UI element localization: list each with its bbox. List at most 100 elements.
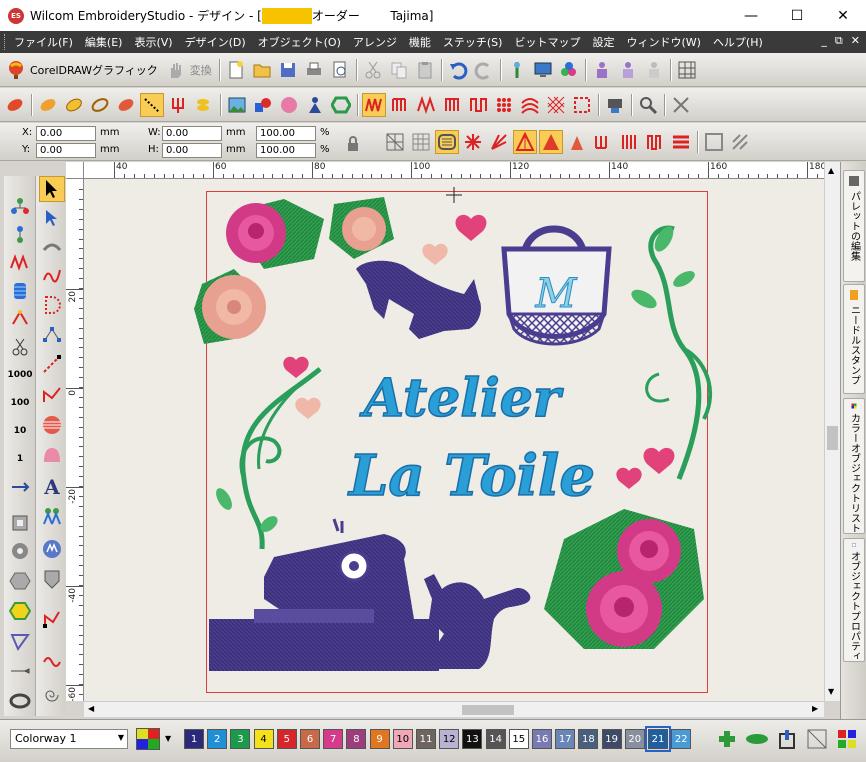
palette-edit-tab[interactable]: パレットの編集 — [843, 170, 865, 282]
thread-swatch-1[interactable]: 1 — [184, 729, 204, 749]
thread-swatch-15[interactable]: 15 — [508, 729, 529, 749]
curve-tool[interactable] — [39, 262, 65, 288]
minimize-button[interactable]: — — [728, 0, 774, 31]
reshape-tool[interactable] — [39, 206, 65, 232]
thread-swatch-18[interactable]: 18 — [578, 729, 599, 749]
frame-shape-tool[interactable] — [7, 510, 33, 536]
triangle-outline-button[interactable] — [565, 130, 589, 154]
x-position-field[interactable]: 0.00 — [36, 125, 96, 141]
spool-tool[interactable] — [7, 278, 33, 304]
leaf-fill-button[interactable] — [3, 93, 27, 117]
stitch-10-tool[interactable]: 10 — [7, 418, 33, 444]
wave-tool[interactable] — [39, 646, 65, 672]
circle-shape-tool[interactable] — [7, 538, 33, 564]
digitize-tree-tool[interactable] — [7, 194, 33, 220]
menu-bitmap[interactable]: ビットマップ — [508, 34, 586, 50]
colorway-dropdown-icon[interactable]: ▼ — [165, 734, 171, 743]
hexagon-shape-tool[interactable] — [7, 568, 33, 594]
wave-stitch-button[interactable] — [414, 93, 438, 117]
thread-swatch-3[interactable]: 3 — [230, 729, 251, 749]
send-machine-button[interactable] — [590, 58, 614, 82]
open-file-button[interactable] — [250, 58, 274, 82]
box-stitch-button[interactable] — [643, 130, 667, 154]
d-shape-tool[interactable] — [39, 292, 65, 318]
run-stitch-button[interactable] — [140, 92, 164, 117]
thread-swatch-2[interactable]: 2 — [207, 729, 228, 749]
pleat-stitch-button[interactable] — [591, 130, 615, 154]
shapes-button[interactable] — [251, 93, 275, 117]
vertical-scrollbar[interactable]: ▲ ▼ — [824, 162, 840, 701]
thread-swatch-21[interactable]: 21 — [645, 726, 671, 752]
thread-swatch-5[interactable]: 5 — [276, 729, 297, 749]
coreldraw-button[interactable]: CorelDRAWグラフィック — [2, 60, 162, 80]
scale-x-field[interactable]: 100.00 — [256, 125, 316, 141]
scroll-right-arrow-icon[interactable]: ▶ — [812, 704, 818, 713]
thread-chart-button[interactable] — [744, 728, 770, 750]
receive-machine-button[interactable] — [616, 58, 640, 82]
copy-button[interactable] — [387, 58, 411, 82]
menu-help[interactable]: ヘルプ(H) — [707, 34, 769, 50]
cut-button[interactable] — [361, 58, 385, 82]
thread-swatch-4[interactable]: 4 — [253, 729, 274, 749]
thread-swatch-7[interactable]: 7 — [323, 729, 344, 749]
thread-swatch-9[interactable]: 9 — [369, 729, 390, 749]
colorway-picker-button[interactable] — [136, 728, 160, 750]
convert-button[interactable]: 変換 — [162, 60, 216, 80]
star-stitch-button[interactable] — [461, 130, 485, 154]
team-names-tool[interactable] — [39, 504, 65, 530]
outline-grid-button[interactable] — [702, 130, 726, 154]
scale-y-field[interactable]: 100.00 — [256, 142, 316, 158]
pink-shape-tool[interactable] — [39, 442, 65, 468]
grid-stitch-button[interactable] — [383, 130, 407, 154]
thread-swatch-19[interactable]: 19 — [601, 729, 622, 749]
paste-button[interactable] — [413, 58, 437, 82]
scroll-up-arrow-icon[interactable]: ▲ — [828, 166, 834, 175]
stitch-1-tool[interactable]: 1 — [7, 446, 33, 472]
thread-swatch-8[interactable]: 8 — [346, 729, 367, 749]
path-tool[interactable] — [7, 474, 33, 500]
nodes-tool[interactable] — [39, 322, 65, 348]
grid-toggle-button[interactable] — [675, 58, 699, 82]
pattern-fill-button[interactable] — [570, 93, 594, 117]
select-tool[interactable] — [39, 176, 65, 202]
needle-stitch-tool[interactable] — [7, 306, 33, 332]
spiral-tool[interactable] — [39, 682, 65, 708]
arc-tool[interactable] — [39, 234, 65, 260]
parallel-stitch-button[interactable] — [617, 130, 641, 154]
fan-stitch-button[interactable] — [487, 130, 511, 154]
width-field[interactable]: 0.00 — [162, 125, 222, 141]
stitch-nodes-tool[interactable] — [39, 352, 65, 378]
palette-grid-button[interactable] — [836, 728, 858, 750]
badge-tool[interactable] — [39, 566, 65, 592]
height-field[interactable]: 0.00 — [162, 142, 222, 158]
thread-swatch-16[interactable]: 16 — [532, 729, 552, 749]
menu-stitch[interactable]: ステッチ(S) — [437, 34, 509, 50]
scissors-tool[interactable] — [7, 334, 33, 360]
zoom-button[interactable] — [636, 93, 660, 117]
kaleido-tool[interactable] — [39, 606, 65, 632]
diamond-fill-button[interactable] — [492, 93, 516, 117]
cross-button[interactable] — [669, 93, 693, 117]
diag-grid-button[interactable] — [728, 130, 752, 154]
figure-button[interactable] — [303, 93, 327, 117]
hexagon-button[interactable] — [329, 93, 353, 117]
menu-object[interactable]: オブジェクト(O) — [252, 34, 347, 50]
step-stitch-button[interactable] — [466, 93, 490, 117]
cross-fill-button[interactable] — [544, 93, 568, 117]
fish-button[interactable] — [192, 93, 216, 117]
thread-swatch-20[interactable]: 20 — [624, 729, 645, 749]
print-button[interactable] — [302, 58, 326, 82]
new-file-button[interactable] — [224, 58, 248, 82]
design-canvas[interactable]: M Atelier La Toile — [84, 179, 824, 701]
zigzag-stitch-button[interactable] — [362, 92, 386, 117]
satin-leaf-button[interactable] — [36, 93, 60, 117]
node-tree-tool[interactable] — [7, 222, 33, 248]
print-preview-button[interactable] — [328, 58, 352, 82]
thread-swatch-13[interactable]: 13 — [462, 729, 483, 749]
stripes-tool[interactable] — [39, 412, 65, 438]
picture-button[interactable] — [225, 93, 249, 117]
menu-arrange[interactable]: アレンジ — [347, 34, 403, 50]
menu-file[interactable]: ファイル(F) — [8, 34, 79, 50]
stitch-100-tool[interactable]: 100 — [7, 390, 33, 416]
mdi-restore-button[interactable]: ⧉ — [835, 34, 843, 48]
